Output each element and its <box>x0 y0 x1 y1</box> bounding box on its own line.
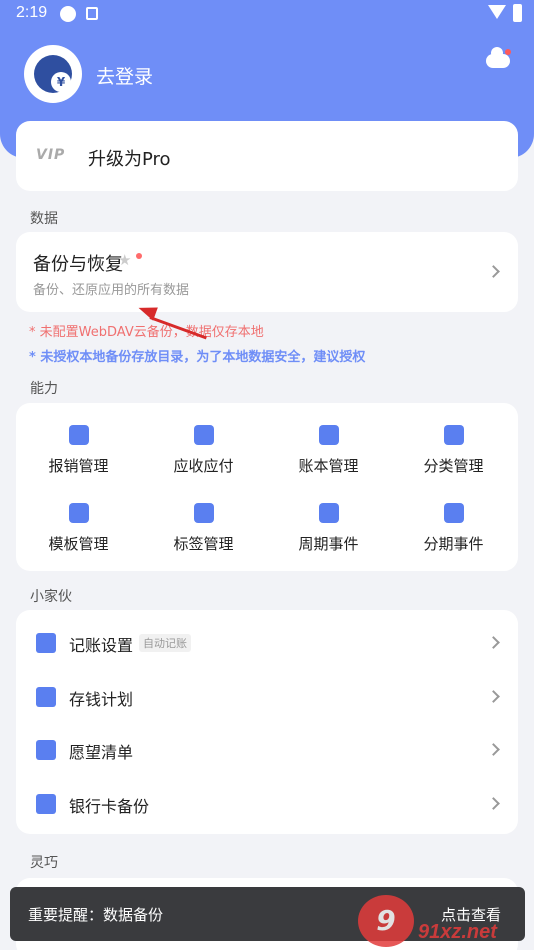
notification-dot <box>505 49 511 55</box>
card-icon <box>36 794 56 814</box>
upgrade-pro-label: 升级为Pro <box>88 149 171 170</box>
authorize-warning[interactable]: * 未授权本地备份存放目录，为了本地数据安全，建议授权 <box>29 346 365 365</box>
wifi-icon <box>488 5 506 19</box>
tools-list: 记账设置 自动记账 存钱计划 愿望清单 银行卡备份 <box>16 610 518 834</box>
ability-item-cycle[interactable]: 周期事件 <box>266 503 391 554</box>
toast-message: 重要提醒：数据备份 <box>28 906 164 924</box>
ability-item-ledger[interactable]: 账本管理 <box>266 425 391 476</box>
installment-icon <box>443 503 464 523</box>
sim-icon <box>86 7 98 20</box>
app-notification-icon <box>60 6 76 22</box>
wrench-icon <box>36 633 56 653</box>
section-title-lingqiao: 灵巧 <box>30 855 58 871</box>
backup-subtitle: 备份、还原应用的所有数据 <box>33 283 190 298</box>
backup-restore-card[interactable]: 备份与恢复 ★ 备份、还原应用的所有数据 <box>16 232 518 312</box>
reimburse-icon <box>68 425 89 445</box>
tool-item-wishlist[interactable]: 愿望清单 <box>16 723 518 777</box>
tag-icon <box>193 503 214 523</box>
ability-item-receivable[interactable]: 应收应付 <box>141 425 266 476</box>
chevron-right-icon <box>487 743 500 756</box>
chevron-right-icon <box>487 797 500 810</box>
tool-item-saving-plan[interactable]: 存钱计划 <box>16 670 518 724</box>
flag-icon <box>36 687 56 707</box>
section-title-ability: 能力 <box>30 381 58 397</box>
vip-icon: VIP <box>36 147 66 163</box>
chevron-right-icon <box>487 265 500 278</box>
cloud-sync-icon[interactable] <box>486 47 510 68</box>
chevron-right-icon <box>487 690 500 703</box>
layers-icon <box>193 425 214 445</box>
chevron-right-icon <box>487 636 500 649</box>
status-time: 2:19 <box>16 4 48 21</box>
login-link[interactable]: 去登录 <box>96 62 153 89</box>
webdav-warning[interactable]: * 未配置WebDAV云备份，数据仅存本地 <box>29 321 264 340</box>
upgrade-pro-card[interactable]: VIP 升级为Pro <box>16 121 518 191</box>
ability-item-reimburse[interactable]: 报销管理 <box>16 425 141 476</box>
template-icon <box>68 503 89 523</box>
category-icon <box>443 425 464 445</box>
section-title-tools: 小家伙 <box>30 589 72 605</box>
tool-item-settings[interactable]: 记账设置 自动记账 <box>16 616 518 670</box>
ability-item-installment[interactable]: 分期事件 <box>391 503 516 554</box>
book-icon <box>318 425 339 445</box>
cycle-icon <box>318 503 339 523</box>
battery-icon <box>513 4 522 22</box>
abilities-grid: 报销管理 应收应付 账本管理 分类管理 模板管理 标签管理 周期事件 分期事件 <box>16 403 518 571</box>
star-icon <box>36 740 56 760</box>
backup-title: 备份与恢复 <box>33 254 123 275</box>
watermark-text: 91xz.net <box>418 921 497 943</box>
section-title-data: 数据 <box>30 211 58 227</box>
watermark-logo: 9 91xz.net <box>358 893 528 949</box>
new-dot <box>136 253 142 259</box>
avatar[interactable]: ¥ <box>24 45 82 103</box>
auto-record-badge: 自动记账 <box>139 634 191 652</box>
ability-item-template[interactable]: 模板管理 <box>16 503 141 554</box>
status-bar: 2:19 <box>0 0 534 28</box>
watermark-badge: 9 <box>358 895 414 947</box>
tool-item-bank-card[interactable]: 银行卡备份 <box>16 777 518 831</box>
ability-item-tag[interactable]: 标签管理 <box>141 503 266 554</box>
star-icon: ★ <box>118 251 132 269</box>
ability-item-category[interactable]: 分类管理 <box>391 425 516 476</box>
